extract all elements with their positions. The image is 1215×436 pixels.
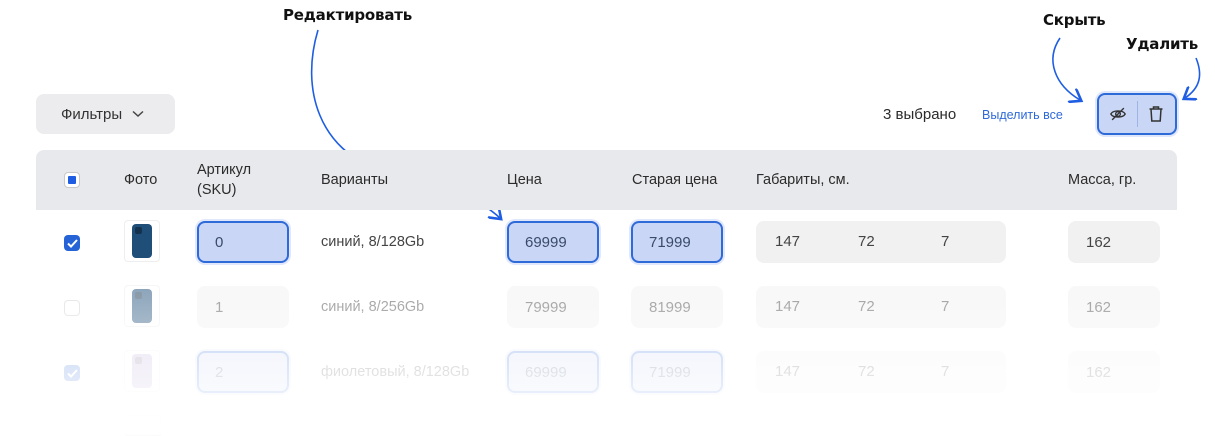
sku-input[interactable]: 2	[197, 351, 289, 393]
old-price-input[interactable]: 81999	[631, 286, 723, 328]
column-old-price: Старая цена	[632, 172, 718, 188]
variant-label: синий, 8/128Gb	[321, 234, 425, 250]
table-row: 1 синий, 8/256Gb 79999 81999 147 72 7 16…	[36, 275, 1177, 340]
table-row: 0 синий, 8/128Gb 69999 71999 147 72 7 16…	[36, 210, 1177, 275]
sku-input[interactable]: 1	[197, 286, 289, 328]
eye-off-icon	[1109, 107, 1126, 121]
row-checkbox[interactable]	[64, 235, 80, 251]
dimensions-input[interactable]: 147 72 7	[756, 286, 1006, 328]
bulk-actions	[1097, 93, 1177, 135]
filters-button[interactable]: Фильтры	[36, 94, 175, 134]
phone-thumbnail	[132, 354, 152, 388]
phone-thumbnail	[132, 224, 152, 258]
filters-label: Фильтры	[61, 105, 123, 123]
table-header: Фото Артикул (SKU) Варианты Цена Старая …	[36, 150, 1177, 210]
price-input[interactable]: 69999	[507, 351, 599, 393]
column-sku: Артикул (SKU)	[197, 162, 252, 198]
annotation-hide: Скрыть	[1043, 11, 1106, 29]
annotation-delete: Удалить	[1126, 35, 1199, 53]
select-all-checkbox[interactable]	[64, 172, 80, 188]
delete-button[interactable]	[1138, 95, 1176, 133]
row-checkbox[interactable]	[64, 300, 80, 316]
sku-input[interactable]: 0	[197, 221, 289, 263]
column-photo: Фото	[124, 172, 158, 188]
product-photo-partial	[124, 415, 162, 436]
dimensions-input[interactable]: 147 72 7	[756, 351, 1006, 393]
column-dimensions: Габариты, см.	[756, 172, 850, 188]
weight-input[interactable]: 162	[1068, 221, 1160, 263]
row-checkbox[interactable]	[64, 365, 80, 381]
weight-input[interactable]: 162	[1068, 286, 1160, 328]
old-price-input[interactable]: 71999	[631, 221, 723, 263]
table-row: 2 фиолетовый, 8/128Gb 69999 71999 147 72…	[36, 340, 1177, 405]
dimensions-input[interactable]: 147 72 7	[756, 221, 1006, 263]
annotation-edit: Редактировать	[283, 6, 413, 24]
variant-label: синий, 8/256Gb	[321, 299, 425, 315]
price-input[interactable]: 69999	[507, 221, 599, 263]
product-photo	[124, 220, 160, 262]
old-price-input[interactable]: 71999	[631, 351, 723, 393]
price-input[interactable]: 79999	[507, 286, 599, 328]
column-variants: Варианты	[321, 172, 389, 188]
column-price: Цена	[507, 172, 542, 188]
hide-button[interactable]	[1099, 95, 1137, 133]
select-all-link[interactable]: Выделить все	[982, 108, 1063, 122]
variant-label: фиолетовый, 8/128Gb	[321, 364, 470, 380]
product-photo	[124, 285, 160, 327]
chevron-down-icon	[132, 110, 144, 118]
column-weight: Масса, гр.	[1068, 172, 1137, 188]
selected-count: 3 выбрано	[883, 106, 957, 123]
delete-arrow	[1185, 57, 1201, 98]
trash-icon	[1149, 106, 1163, 122]
product-photo	[124, 350, 160, 392]
weight-input[interactable]: 162	[1068, 351, 1160, 393]
checkmark-icon	[66, 368, 78, 378]
hide-arrow	[1052, 37, 1080, 100]
phone-thumbnail	[132, 289, 152, 323]
checkmark-icon	[66, 238, 78, 248]
